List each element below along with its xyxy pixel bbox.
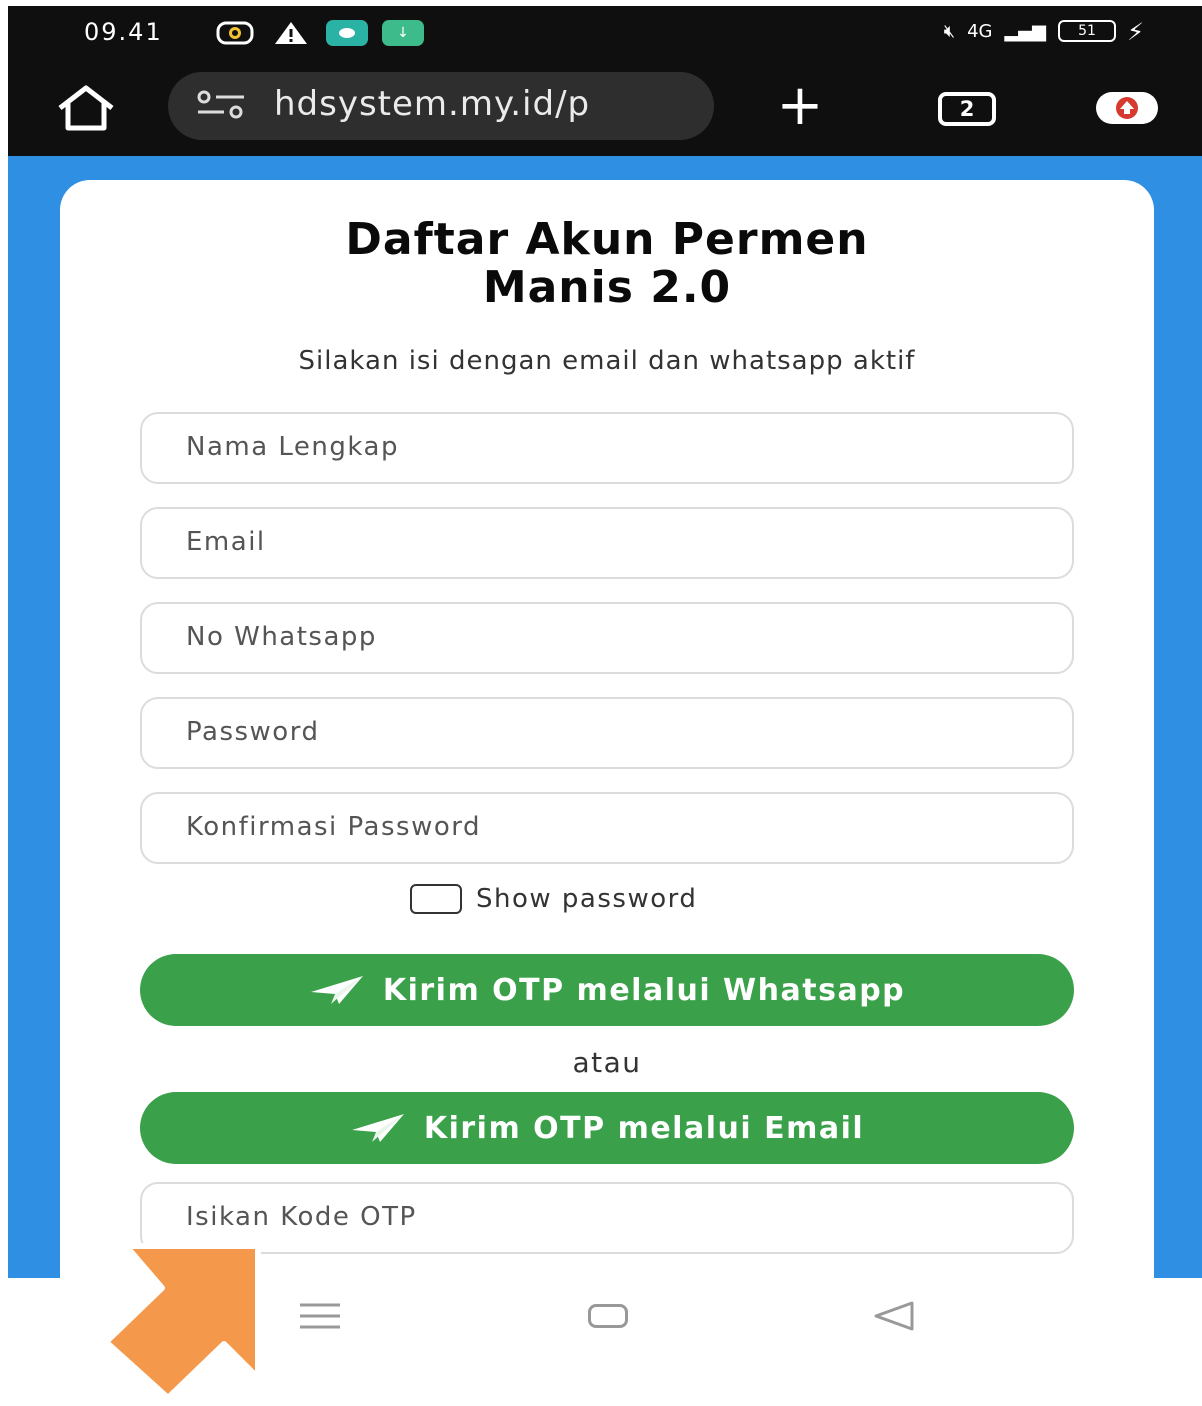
password-placeholder: Password <box>186 717 320 747</box>
record-app-icon <box>214 20 256 46</box>
new-tab-icon[interactable]: + <box>770 78 830 138</box>
teal-app-icon <box>326 20 368 46</box>
status-app-icons: ↓ <box>214 20 424 46</box>
otp-whatsapp-button[interactable]: Kirim OTP melalui Whatsapp <box>140 954 1074 1026</box>
separator-text: atau <box>572 1046 642 1079</box>
otp-email-label: Kirim OTP melalui Email <box>423 1110 865 1146</box>
nav-back-icon[interactable] <box>872 1300 916 1332</box>
password-input[interactable]: Password <box>140 697 1074 769</box>
download-app-icon: ↓ <box>382 20 424 46</box>
charging-icon: ⚡︎ <box>1127 18 1144 46</box>
whatsapp-input[interactable]: No Whatsapp <box>140 602 1074 674</box>
title-line-1: Daftar Akun Permen <box>345 214 869 265</box>
confirm-password-input[interactable]: Konfirmasi Password <box>140 792 1074 864</box>
otp-code-placeholder: Isikan Kode OTP <box>186 1202 417 1232</box>
send-icon <box>351 1114 404 1142</box>
title-line-2: Manis 2.0 <box>482 262 732 313</box>
name-placeholder: Nama Lengkap <box>186 432 399 462</box>
otp-whatsapp-label: Kirim OTP melalui Whatsapp <box>382 972 906 1008</box>
name-input[interactable]: Nama Lengkap <box>140 412 1074 484</box>
signal-label: 4G <box>967 20 993 42</box>
mute-icon: 🔇︎ <box>943 20 956 42</box>
update-icon[interactable] <box>1096 92 1158 124</box>
address-bar[interactable]: hdsystem.my.id/p <box>168 72 714 140</box>
nav-home-icon[interactable] <box>588 1304 628 1328</box>
status-indicators: 🔇︎ 4G ▂▄▆ 51 <box>944 20 1116 42</box>
register-card: Daftar Akun Permen Manis 2.0 Silakan isi… <box>60 180 1154 1278</box>
email-placeholder: Email <box>186 527 266 557</box>
confirm-password-placeholder: Konfirmasi Password <box>186 812 481 842</box>
page-title: Daftar Akun Permen Manis 2.0 <box>60 216 1154 312</box>
email-input[interactable]: Email <box>140 507 1074 579</box>
warning-icon <box>270 20 312 46</box>
status-time: 09.41 <box>84 18 163 46</box>
browser-chrome: 09.41 ↓ 🔇︎ 4G ▂▄▆ 51 ⚡︎ hdsystem.my.id/p… <box>8 6 1202 156</box>
signal-icon: ▂▄▆ <box>1004 20 1046 42</box>
whatsapp-placeholder: No Whatsapp <box>186 622 377 652</box>
otp-email-button[interactable]: Kirim OTP melalui Email <box>140 1092 1074 1164</box>
url-text: hdsystem.my.id/p <box>274 84 591 124</box>
show-password-label[interactable]: Show password <box>476 884 697 914</box>
send-icon <box>310 976 363 1004</box>
show-password-row: Show password <box>410 884 697 914</box>
menu-icon[interactable] <box>298 1302 342 1330</box>
phone-screen: 09.41 ↓ 🔇︎ 4G ▂▄▆ 51 ⚡︎ hdsystem.my.id/p… <box>8 6 1202 1278</box>
page-subtitle: Silakan isi dengan email dan whatsapp ak… <box>298 346 916 376</box>
home-icon[interactable] <box>54 84 118 132</box>
battery-icon: 51 <box>1058 20 1116 42</box>
otp-code-input[interactable]: Isikan Kode OTP <box>140 1182 1074 1254</box>
annotation-arrow-icon <box>103 1243 261 1401</box>
tabs-icon[interactable]: 2 <box>938 92 996 126</box>
site-settings-icon[interactable] <box>194 90 248 120</box>
show-password-checkbox[interactable] <box>410 884 462 914</box>
